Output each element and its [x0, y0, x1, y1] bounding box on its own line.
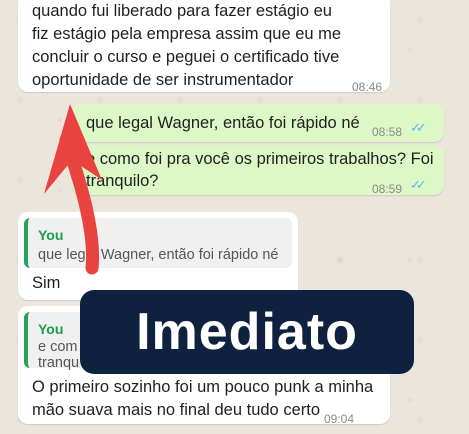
- imediato-banner: Imediato: [80, 290, 414, 374]
